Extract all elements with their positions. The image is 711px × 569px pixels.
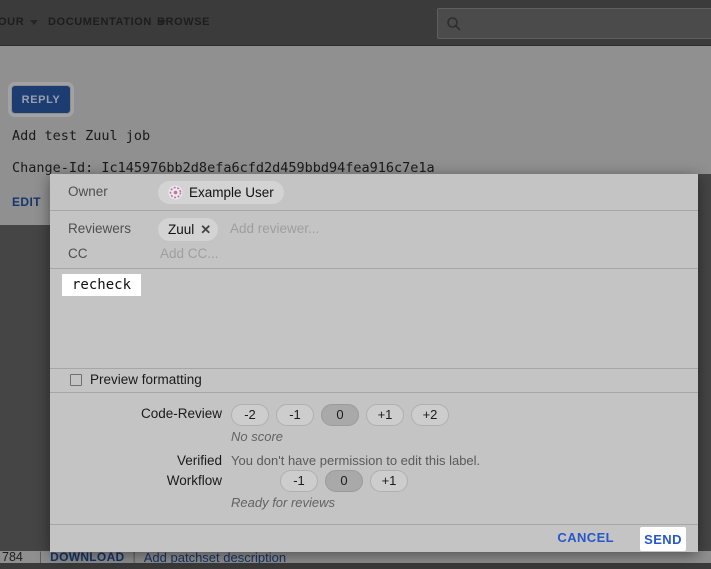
- separator: |: [31, 550, 50, 564]
- reviewer-chip-zuul: Zuul ✕: [158, 218, 218, 241]
- owner-label: Owner: [68, 184, 108, 199]
- avatar: [168, 185, 183, 200]
- search-input[interactable]: [437, 8, 711, 39]
- search-icon: [446, 16, 462, 32]
- owner-chip: Example User: [158, 181, 284, 204]
- workflow-plus1-button[interactable]: +1: [370, 470, 408, 492]
- workflow-zero-button[interactable]: 0: [325, 470, 363, 492]
- reply-message-textarea[interactable]: recheck: [62, 274, 141, 296]
- patchset-number: 784: [0, 550, 31, 564]
- page-bottom-strip: [0, 563, 711, 569]
- workflow-minus1-button[interactable]: -1: [280, 470, 318, 492]
- top-navigation-bar: OUR DOCUMENTATION BROWSE: [0, 0, 711, 46]
- owner-chip-name: Example User: [189, 185, 274, 200]
- cancel-button[interactable]: CANCEL: [557, 530, 614, 545]
- preview-formatting-row: Preview formatting: [70, 372, 202, 387]
- divider: [50, 392, 698, 393]
- nav-menu-documentation-label: DOCUMENTATION: [48, 16, 152, 28]
- nav-menu-browse[interactable]: BROWSE: [157, 16, 210, 28]
- workflow-label: Workflow: [62, 473, 222, 488]
- verified-permission-text: You don't have permission to edit this l…: [231, 453, 480, 468]
- code-review-plus1-button[interactable]: +1: [366, 404, 404, 426]
- divider: [50, 210, 698, 211]
- patchset-action-bar: 784 | DOWNLOAD | Add patchset descriptio…: [0, 551, 711, 563]
- reviewer-chip-name: Zuul: [168, 222, 194, 237]
- code-review-label: Code-Review: [62, 406, 222, 421]
- edit-link[interactable]: EDIT: [12, 195, 41, 209]
- code-review-minus1-button[interactable]: -1: [276, 404, 314, 426]
- separator: |: [125, 550, 144, 564]
- code-review-minus2-button[interactable]: -2: [231, 404, 269, 426]
- verified-label: Verified: [62, 453, 222, 468]
- chevron-down-icon: [30, 20, 38, 25]
- nav-menu-browse-label: BROWSE: [157, 16, 210, 28]
- code-review-plus2-button[interactable]: +2: [411, 404, 449, 426]
- preview-formatting-checkbox[interactable]: [70, 374, 82, 386]
- add-reviewer-input[interactable]: Add reviewer...: [230, 221, 319, 236]
- code-review-buttons: -2 -1 0 +1 +2: [231, 404, 449, 426]
- cc-label: CC: [68, 246, 88, 261]
- page-content-dimmed: [0, 46, 711, 174]
- nav-menu-your-label: OUR: [0, 16, 24, 28]
- download-link[interactable]: DOWNLOAD: [50, 550, 124, 564]
- remove-reviewer-icon[interactable]: ✕: [200, 222, 211, 238]
- gerrit-screen: OUR DOCUMENTATION BROWSE REPLY Add test …: [0, 0, 711, 569]
- preview-formatting-label: Preview formatting: [90, 372, 202, 387]
- nav-menu-your[interactable]: OUR: [0, 16, 38, 28]
- code-review-zero-button[interactable]: 0: [321, 404, 359, 426]
- workflow-hint: Ready for reviews: [231, 495, 335, 510]
- add-cc-input[interactable]: Add CC...: [160, 246, 219, 261]
- divider: [50, 268, 698, 269]
- divider: [50, 368, 698, 369]
- workflow-buttons: -1 0 +1: [280, 470, 408, 492]
- divider: [50, 524, 698, 525]
- reply-button[interactable]: REPLY: [12, 86, 70, 113]
- nav-menu-documentation[interactable]: DOCUMENTATION: [48, 16, 166, 28]
- reply-dialog: Owner Example User Reviewers Zuul ✕ Add …: [50, 174, 698, 552]
- reviewers-label: Reviewers: [68, 221, 131, 236]
- commit-subject: Add test Zuul job: [12, 128, 150, 144]
- code-review-hint: No score: [231, 429, 283, 444]
- send-button[interactable]: SEND: [640, 527, 686, 551]
